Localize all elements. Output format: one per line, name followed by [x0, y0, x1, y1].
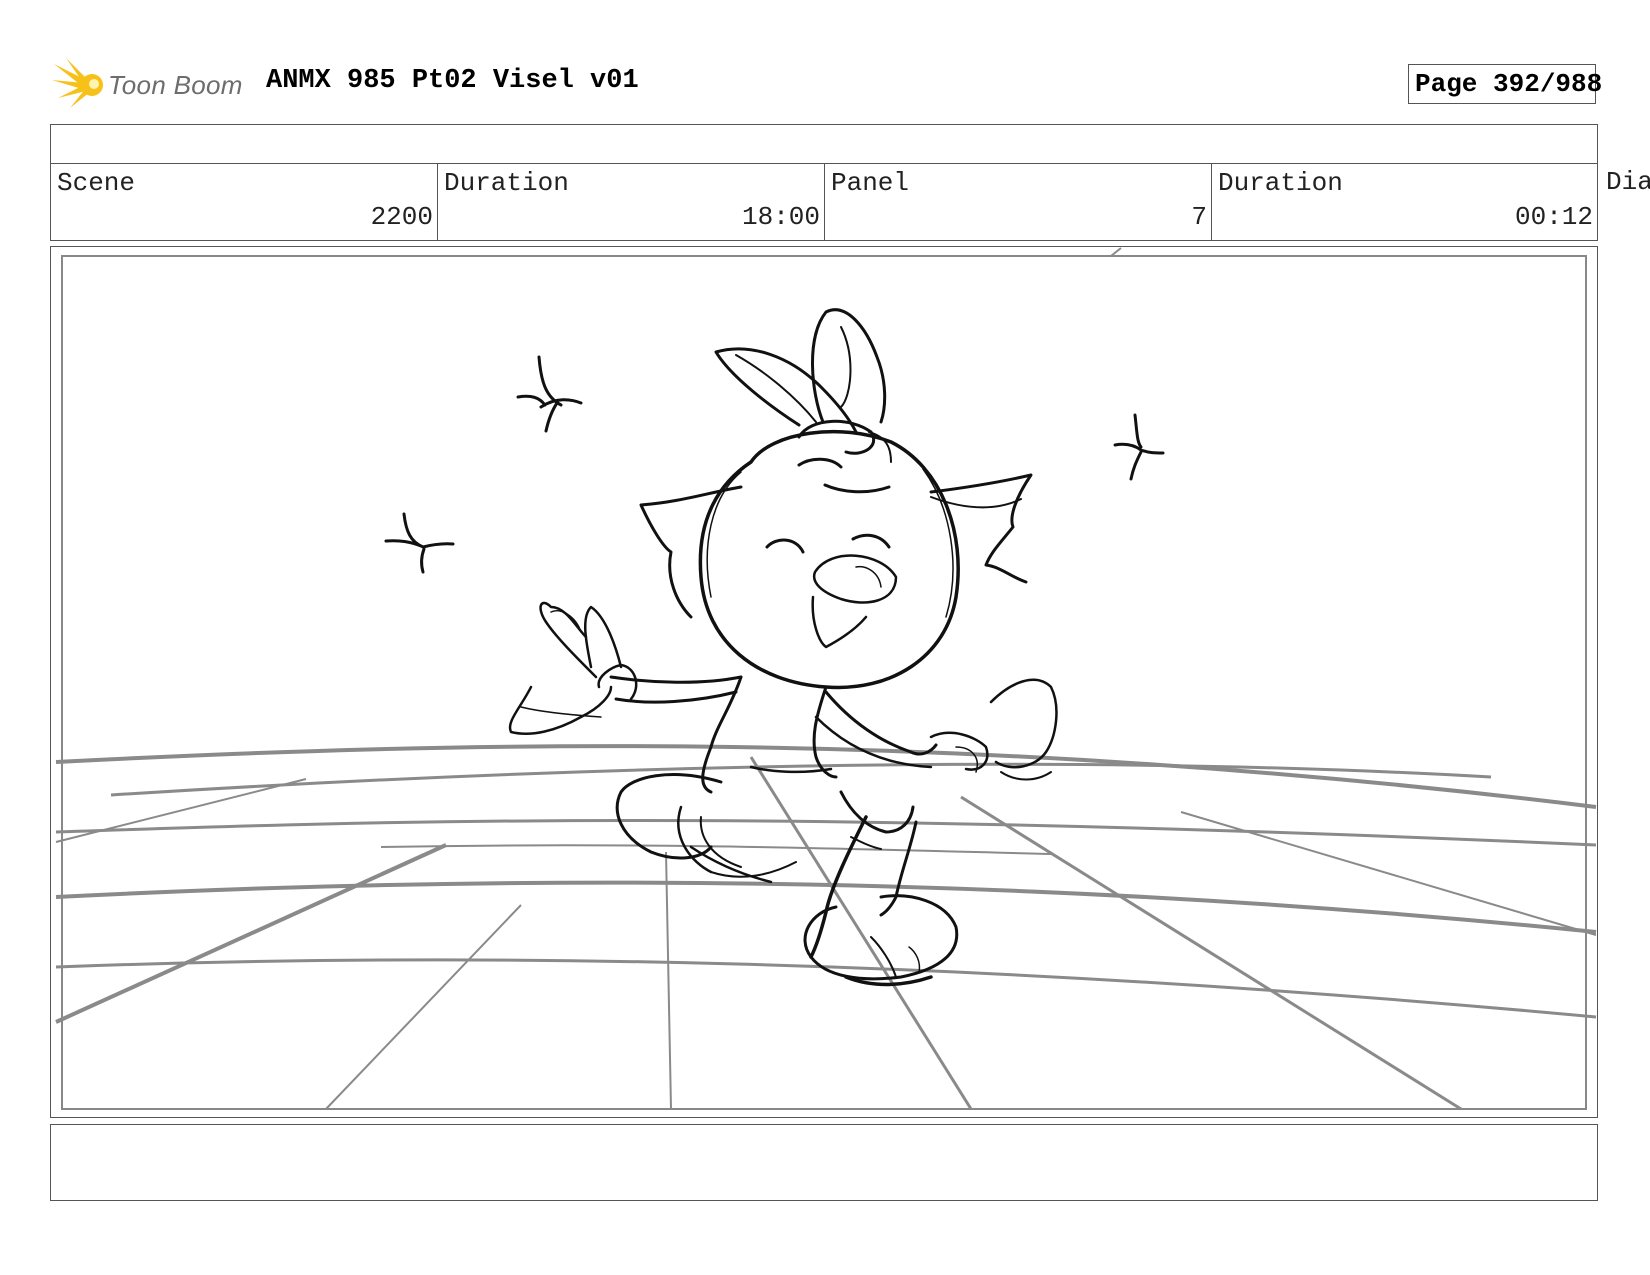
page-number: Page 392/988: [1415, 69, 1603, 99]
floor-grid: [55, 247, 1597, 1111]
info-row: Scene 2200 Duration 18:00 Panel 7 Durati…: [50, 163, 1650, 241]
safe-frame: [61, 255, 1587, 1110]
scene-label: Scene: [57, 168, 136, 198]
caption-box: [50, 1124, 1598, 1201]
scene-cell: Scene 2200: [50, 163, 438, 241]
scene-value: 2200: [370, 202, 433, 232]
starburst-icon: [52, 58, 103, 108]
panel-label: Panel: [831, 168, 910, 198]
panel-cell: Panel 7: [824, 163, 1212, 241]
page-indicator: Page 392/988: [1408, 64, 1602, 104]
logo-text: Toon Boom: [108, 70, 243, 100]
panel-duration-value: 00:12: [1514, 202, 1593, 232]
panel-value: 7: [1191, 202, 1207, 232]
scene-duration-value: 18:00: [741, 202, 820, 232]
header-notes-box: [50, 124, 1598, 164]
sparkle-icons: [384, 355, 1165, 574]
scene-duration-label: Duration: [444, 168, 569, 198]
panel-sketch: [55, 247, 1597, 1111]
dialog-label: Dia: [1606, 167, 1650, 197]
document-title: ANMX 985 Pt02 Visel v01: [266, 66, 639, 96]
panel-duration-cell: Duration 00:12: [1211, 163, 1598, 241]
panel-duration-label: Duration: [1218, 168, 1343, 198]
storyboard-panel: [50, 246, 1598, 1118]
scene-duration-cell: Duration 18:00: [437, 163, 825, 241]
